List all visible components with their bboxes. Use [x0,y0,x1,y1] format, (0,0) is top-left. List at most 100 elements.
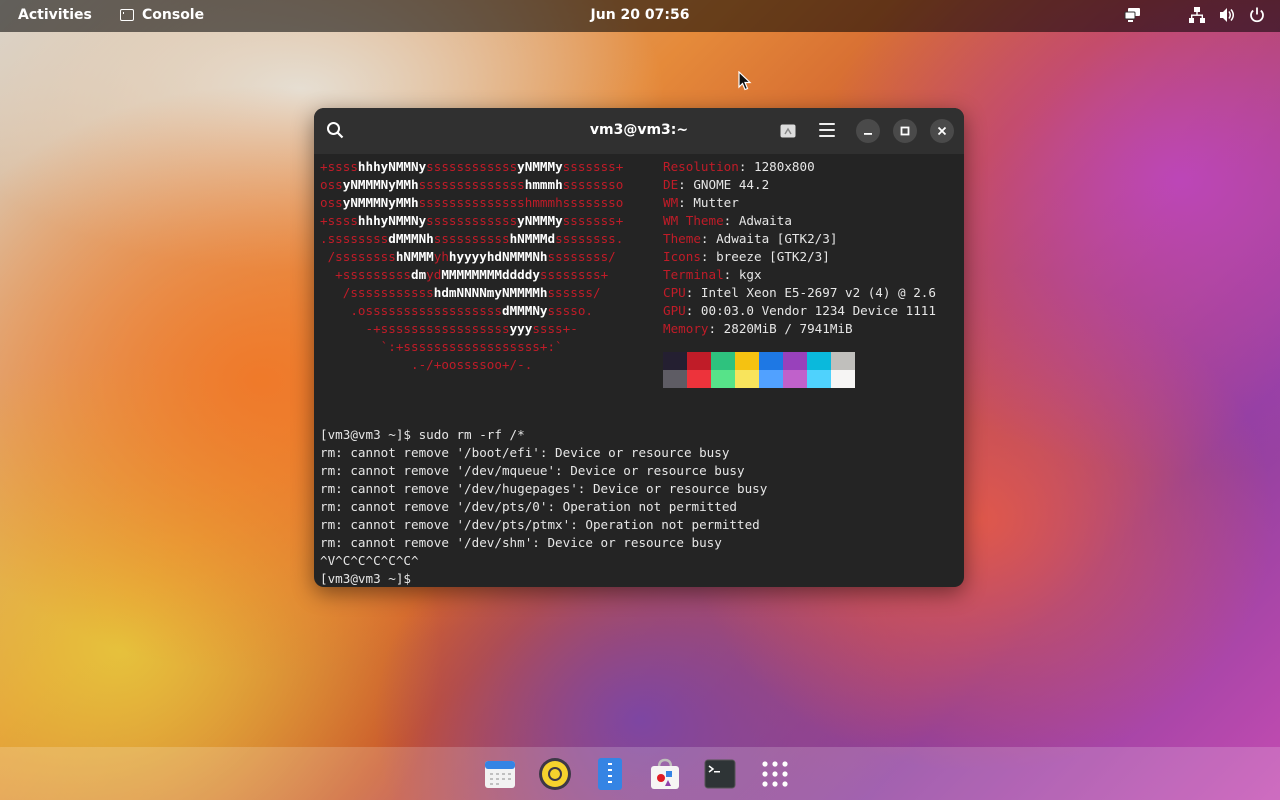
terminal-output: [vm3@vm3 ~]$ sudo rm -rf /* rm: cannot re… [320,426,767,587]
palette-swatch [783,370,807,388]
dash-dock [0,747,1280,800]
palette-swatch [687,370,711,388]
output-line: rm: cannot remove '/boot/efi': Device or… [320,445,730,460]
logo-line: +sssssssssdmydMMMMMMMMddddyssssssss+ [320,267,609,282]
software-icon[interactable] [643,752,687,796]
logo-line: -+sssssssssssssssssyyyssss+- [320,321,578,336]
info-key: CPU [663,285,686,300]
output-line: ^V^C^C^C^C^C^ [320,553,419,568]
palette-swatch [735,370,759,388]
search-icon[interactable] [326,121,344,143]
color-palette [663,352,855,388]
terminal-content[interactable]: +sssshhhyNMMNyssssssssssssyNMMMysssssss+… [320,158,960,587]
info-key: WM Theme [663,213,724,228]
new-tab-icon[interactable] [780,123,796,138]
maximize-icon [900,126,910,136]
logo-line: ossyNMMMNyMMhsssssssssssssshmmmhssssssso [320,177,624,192]
calendar-icon[interactable] [478,752,522,796]
info-key: WM [663,195,679,210]
info-value: Adwaita [GTK2/3] [716,231,838,246]
logo-line: `:+ssssssssssssssssss+:` [320,339,563,354]
info-key: Memory [663,321,709,336]
logo-line: /sssssssshNMMMyhhyyyyhdNMMMNhssssssss/ [320,249,616,264]
mouse-cursor-icon [738,71,752,91]
output-line: rm: cannot remove '/dev/hugepages': Devi… [320,481,768,496]
info-value: breeze [GTK2/3] [716,249,830,264]
palette-swatch [711,352,735,370]
network-icon[interactable] [1188,6,1206,24]
volume-icon[interactable] [1218,6,1236,24]
info-line: CPU: Intel Xeon E5-2697 v2 (4) @ 2.6 [663,285,936,300]
info-line: Memory: 2820MiB / 7941MiB [663,321,853,336]
info-line: WM Theme: Adwaita [663,213,792,228]
info-value: Intel Xeon E5-2697 v2 (4) @ 2.6 [700,285,936,300]
info-line: GPU: 00:03.0 Vendor 1234 Device 1111 [663,303,936,318]
console-app-icon [120,9,134,21]
neofetch-logo: +sssshhhyNMMNyssssssssssssyNMMMysssssss+… [320,158,623,374]
output-line: rm: cannot remove '/dev/mqueue': Device … [320,463,745,478]
palette-swatch [711,370,735,388]
top-bar: Activities Console Jun 20 07:56 [0,0,1280,32]
terminal-window[interactable]: vm3@vm3:~ +sssshhhyNMMNyssssssssssssyNMM… [314,108,964,587]
activities-button[interactable]: Activities [18,7,92,23]
clock[interactable]: Jun 20 07:56 [591,7,690,23]
logo-line: .-/+oossssoo+/-. [320,357,533,372]
info-line: WM: Mutter [663,195,739,210]
text-editor-icon[interactable] [588,752,632,796]
info-value: Mutter [693,195,739,210]
info-key: Icons [663,249,701,264]
info-value: 00:03.0 Vendor 1234 Device 1111 [700,303,936,318]
info-line: Theme: Adwaita [GTK2/3] [663,231,838,246]
power-icon[interactable] [1248,6,1266,24]
app-grid-icon[interactable] [753,752,797,796]
palette-swatch [807,370,831,388]
minimize-icon [864,133,872,135]
rhythmbox-icon[interactable] [533,752,577,796]
display-icon[interactable] [1124,6,1142,24]
palette-swatch [783,352,807,370]
logo-line: .ossssssssssssssssssdMMMNysssso. [320,303,593,318]
output-line: rm: cannot remove '/dev/pts/ptmx': Opera… [320,517,760,532]
info-value: Adwaita [738,213,792,228]
info-key: Theme [663,231,701,246]
window-title: vm3@vm3:~ [589,122,689,138]
minimize-button[interactable] [856,119,880,143]
palette-swatch [831,370,855,388]
logo-line: ossyNMMMNyMMhsssssssssssssshmmmhssssssso [320,195,624,210]
palette-swatch [687,352,711,370]
info-line: DE: GNOME 44.2 [663,177,770,192]
output-line: [vm3@vm3 ~]$ [320,571,419,586]
close-button[interactable] [930,119,954,143]
output-line: rm: cannot remove '/dev/shm': Device or … [320,535,722,550]
logo-line: /ssssssssssshdmNNNNmyNMMMMhssssss/ [320,285,601,300]
app-menu-button[interactable]: Console [120,7,204,23]
terminal-icon[interactable] [698,752,742,796]
info-line: Icons: breeze [GTK2/3] [663,249,830,264]
logo-line: +sssshhhyNMMNyssssssssssssyNMMMysssssss+ [320,159,624,174]
info-key: GPU [663,303,686,318]
info-line: Resolution: 1280x800 [663,159,815,174]
logo-line: +sssshhhyNMMNyssssssssssssyNMMMysssssss+ [320,213,624,228]
palette-swatch [759,370,783,388]
output-line: [vm3@vm3 ~]$ sudo rm -rf /* [320,427,525,442]
info-key: Terminal [663,267,724,282]
output-line: rm: cannot remove '/dev/pts/0': Operatio… [320,499,738,514]
info-value: 2820MiB / 7941MiB [723,321,853,336]
maximize-button[interactable] [893,119,917,143]
palette-swatch [831,352,855,370]
info-value: kgx [738,267,762,282]
neofetch-info: Resolution: 1280x800 DE: GNOME 44.2 WM: Mu… [663,158,936,338]
palette-swatch [735,352,759,370]
info-value: GNOME 44.2 [693,177,770,192]
palette-swatch [759,352,783,370]
info-key: DE [663,177,679,192]
logo-line: .ssssssssdMMMNhsssssssssshNMMMdssssssss. [320,231,624,246]
header-bar[interactable]: vm3@vm3:~ [314,108,964,154]
palette-swatch [807,352,831,370]
app-name: Console [142,7,205,23]
close-icon [937,126,947,136]
info-value: 1280x800 [754,159,815,174]
menu-icon[interactable] [819,123,835,137]
palette-swatch [663,370,687,388]
info-key: Resolution [663,159,739,174]
